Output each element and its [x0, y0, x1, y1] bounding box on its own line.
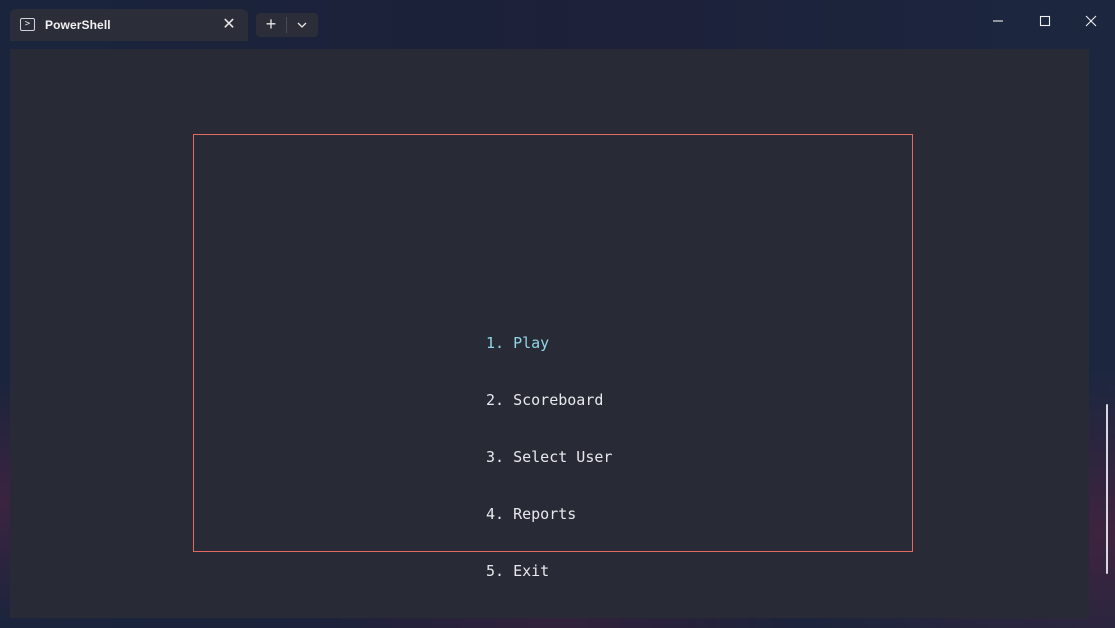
minimize-icon: [993, 20, 1003, 22]
maximize-button[interactable]: [1025, 6, 1065, 36]
chevron-down-icon: [297, 22, 307, 28]
menu-item-exit[interactable]: 5. Exit: [486, 562, 612, 581]
terminal-content[interactable]: 1. Play 2. Scoreboard 3. Select User 4. …: [10, 49, 1089, 618]
menu-item-scoreboard[interactable]: 2. Scoreboard: [486, 391, 612, 410]
tab-title: PowerShell: [45, 18, 111, 32]
menu-item-select-user[interactable]: 3. Select User: [486, 448, 612, 467]
tab-powershell[interactable]: > PowerShell ✕: [10, 9, 248, 41]
tab-dropdown-button[interactable]: [287, 13, 318, 37]
terminal-window: > PowerShell ✕ + 1. Play 2. Scoreboard 3…: [0, 0, 1115, 628]
new-tab-button[interactable]: +: [256, 13, 286, 37]
menu-item-play[interactable]: 1. Play: [486, 334, 612, 353]
title-bar: > PowerShell ✕ +: [0, 0, 1115, 46]
main-menu: 1. Play 2. Scoreboard 3. Select User 4. …: [486, 296, 612, 619]
menu-item-reports[interactable]: 4. Reports: [486, 505, 612, 524]
close-button[interactable]: [1071, 6, 1111, 36]
tab-close-icon[interactable]: ✕: [219, 15, 239, 35]
minimize-button[interactable]: [978, 6, 1018, 36]
scrollbar-thumb[interactable]: [1106, 404, 1108, 574]
new-tab-group: +: [256, 13, 318, 37]
powershell-icon: >: [20, 18, 35, 31]
close-icon: [1085, 15, 1097, 27]
maximize-icon: [1039, 15, 1051, 27]
